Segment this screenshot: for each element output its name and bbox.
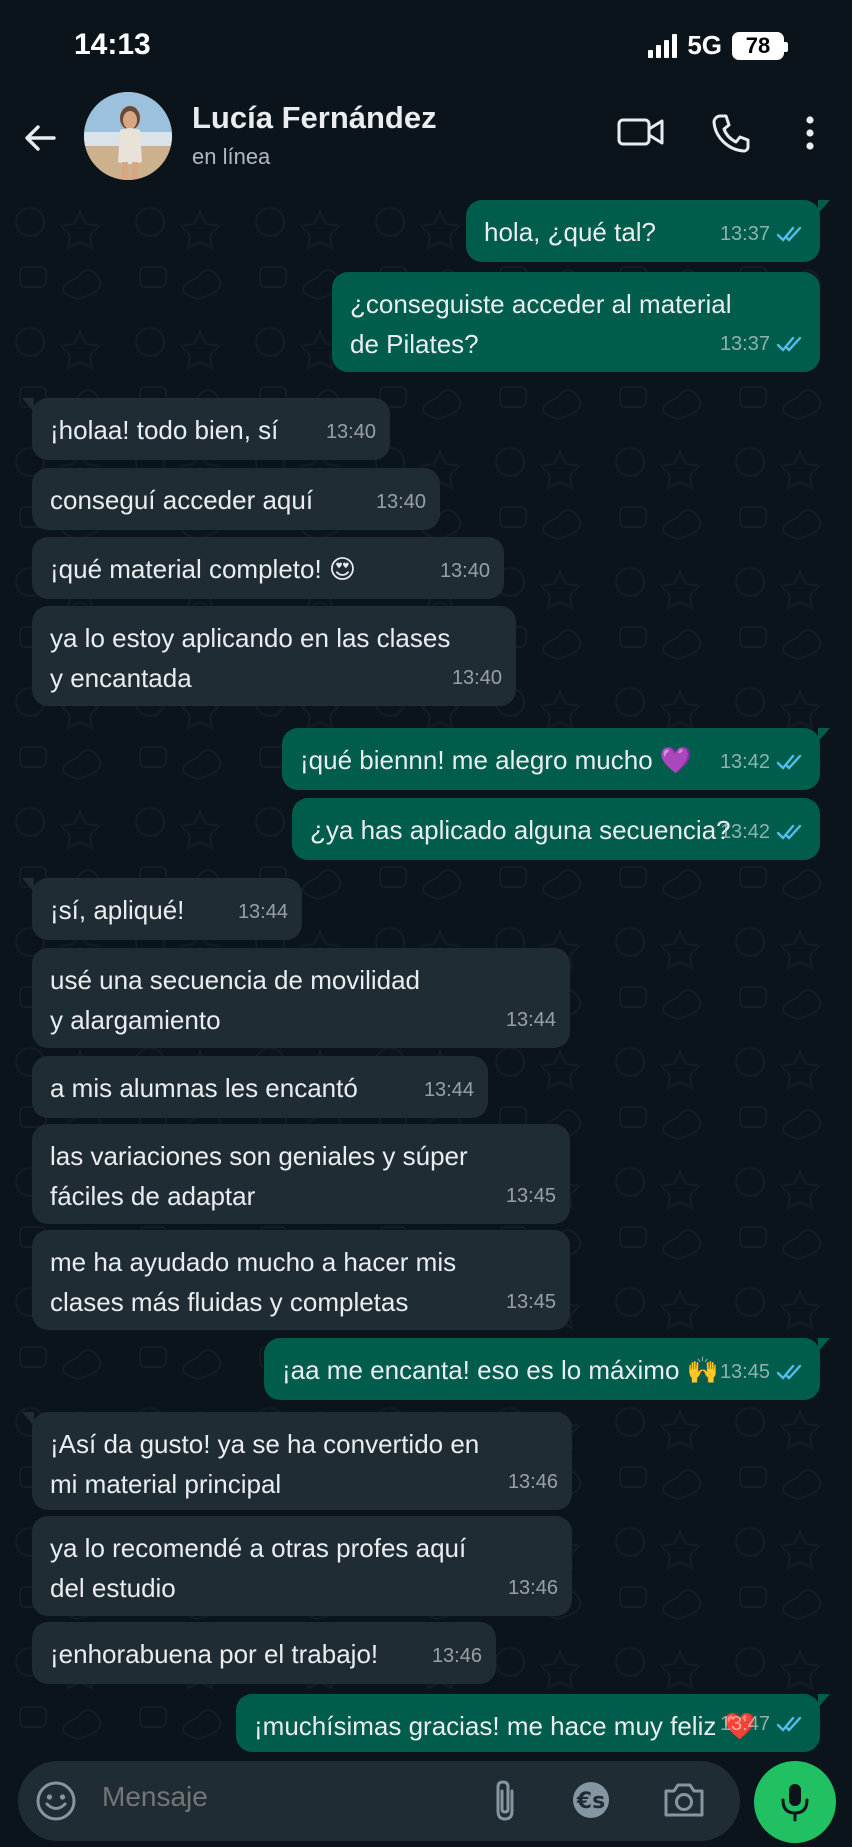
attach-icon[interactable] xyxy=(488,1777,522,1825)
signal-icon xyxy=(648,33,678,58)
read-receipt-icon xyxy=(776,336,802,352)
message-time: 13:45 xyxy=(505,1291,556,1313)
message-meta: 13:44 xyxy=(238,892,288,932)
message-bubble-incoming[interactable]: usé una secuencia de movilidad y alargam… xyxy=(32,948,570,1048)
message-meta: 13:42 xyxy=(720,812,806,852)
read-receipt-icon xyxy=(776,1716,802,1732)
message-time: 13:42 xyxy=(719,821,770,843)
message-text: usé una secuencia de movilidad y alargam… xyxy=(50,965,421,1035)
message-time: 13:44 xyxy=(237,901,288,923)
message-time: 13:37 xyxy=(719,223,770,245)
microphone-icon xyxy=(781,1784,809,1822)
voice-message-button[interactable] xyxy=(754,1761,836,1843)
message-meta: 13:46 xyxy=(508,1568,558,1608)
message-input[interactable] xyxy=(102,1781,402,1813)
message-bubble-incoming[interactable]: conseguí acceder aquí 13:40 xyxy=(32,468,440,530)
message-meta: 13:40 xyxy=(326,412,376,452)
message-time: 13:46 xyxy=(507,1577,558,1599)
message-bubble-outgoing[interactable]: ¡aa me encanta! eso es lo máximo 🙌 13:45 xyxy=(264,1338,830,1400)
message-bubble-outgoing[interactable]: ¿ya has aplicado alguna secuencia? 13:42 xyxy=(292,798,820,860)
message-time: 13:45 xyxy=(505,1185,556,1207)
message-meta: 13:45 xyxy=(720,1352,806,1392)
message-bubble-outgoing[interactable]: hola, ¿qué tal? 13:37 xyxy=(466,200,830,262)
message-time: 13:46 xyxy=(507,1471,558,1493)
message-time: 13:42 xyxy=(719,751,770,773)
message-text: las variaciones son geniales y súper fác… xyxy=(50,1141,468,1211)
message-bubble-incoming[interactable]: ¡sí, apliqué! 13:44 xyxy=(22,878,302,940)
message-time: 13:40 xyxy=(325,421,376,443)
message-meta: 13:45 xyxy=(506,1176,556,1216)
message-text: ya lo estoy aplicando en las clases y en… xyxy=(50,623,451,693)
message-meta: 13:37 xyxy=(720,214,806,254)
status-bar: 14:13 5G 78 xyxy=(0,0,852,92)
read-receipt-icon xyxy=(776,824,802,840)
message-meta: 13:46 xyxy=(432,1636,482,1676)
message-meta: 13:37 xyxy=(720,324,806,364)
message-time: 13:46 xyxy=(431,1645,482,1667)
message-meta: 13:40 xyxy=(452,658,502,698)
message-text: ya lo recomendé a otras profes aquí del … xyxy=(50,1533,467,1603)
message-text: ¡holaa! todo bien, sí xyxy=(50,415,279,445)
message-text: a mis alumnas les encantó xyxy=(50,1073,358,1103)
video-call-icon[interactable] xyxy=(616,112,666,152)
message-bubble-incoming[interactable]: a mis alumnas les encantó 13:44 xyxy=(32,1056,488,1118)
message-meta: 13:40 xyxy=(376,482,426,522)
message-time: 13:47 xyxy=(719,1713,770,1735)
message-time: 13:40 xyxy=(439,560,490,582)
read-receipt-icon xyxy=(776,226,802,242)
message-meta: 13:44 xyxy=(424,1070,474,1110)
status-time: 14:13 xyxy=(74,28,151,61)
emoji-icon[interactable] xyxy=(34,1779,78,1823)
message-text: conseguí acceder aquí xyxy=(50,485,314,515)
message-bubble-incoming[interactable]: ¡qué material completo! 😍 13:40 xyxy=(32,537,504,599)
svg-text:€s: €s xyxy=(576,1789,605,1814)
message-time: 13:44 xyxy=(505,1009,556,1031)
battery-level: 78 xyxy=(745,32,771,58)
message-time: 13:45 xyxy=(719,1361,770,1383)
payment-icon[interactable]: €s xyxy=(570,1779,612,1821)
message-text: me ha ayudado mucho a hacer mis clases m… xyxy=(50,1247,457,1317)
message-composer: €s xyxy=(0,1757,852,1847)
message-bubble-incoming[interactable]: ¡holaa! todo bien, sí 13:40 xyxy=(22,398,390,460)
message-bubble-incoming[interactable]: ¡enhorabuena por el trabajo! 13:46 xyxy=(32,1622,496,1684)
message-input-container[interactable]: €s xyxy=(18,1761,740,1841)
message-bubble-outgoing[interactable]: ¡qué biennn! me alegro mucho 💜 13:42 xyxy=(282,728,830,790)
message-bubble-incoming[interactable]: ¡Así da gusto! ya se ha convertido en mi… xyxy=(22,1412,572,1510)
message-bubble-incoming[interactable]: me ha ayudado mucho a hacer mis clases m… xyxy=(32,1230,570,1330)
message-time: 13:40 xyxy=(375,491,426,513)
camera-icon[interactable] xyxy=(662,1779,706,1821)
message-meta: 13:45 xyxy=(506,1282,556,1322)
read-receipt-icon xyxy=(776,1364,802,1380)
chat-area[interactable]: hola, ¿qué tal? 13:37 ¿conseguiste acced… xyxy=(0,192,852,1757)
message-meta: 13:47 xyxy=(720,1704,806,1744)
read-receipt-icon xyxy=(776,754,802,770)
contact-name[interactable]: Lucía Fernández xyxy=(192,100,437,136)
message-bubble-incoming[interactable]: ya lo recomendé a otras profes aquí del … xyxy=(32,1516,572,1616)
message-meta: 13:46 xyxy=(508,1462,558,1502)
message-meta: 13:44 xyxy=(506,1000,556,1040)
message-text: ¡qué material completo! 😍 xyxy=(50,554,357,584)
message-time: 13:40 xyxy=(451,667,502,689)
contact-status: en línea xyxy=(192,144,271,169)
message-time: 13:37 xyxy=(719,333,770,355)
chat-header: Lucía Fernández en línea xyxy=(0,92,852,192)
avatar[interactable] xyxy=(84,92,172,180)
message-meta: 13:42 xyxy=(720,742,806,782)
message-bubble-outgoing[interactable]: ¿conseguiste acceder al material de Pila… xyxy=(332,272,820,372)
status-indicators: 5G 78 xyxy=(648,30,788,61)
message-text: ¡Así da gusto! ya se ha convertido en mi… xyxy=(50,1429,480,1499)
network-type: 5G xyxy=(687,30,722,60)
battery-icon: 78 xyxy=(732,31,788,60)
message-time: 13:44 xyxy=(423,1079,474,1101)
message-meta: 13:40 xyxy=(440,551,490,591)
message-text: ¡enhorabuena por el trabajo! xyxy=(50,1639,379,1669)
message-bubble-outgoing[interactable]: ¡muchísimas gracias! me hace muy feliz ❤… xyxy=(236,1694,830,1752)
more-options-icon[interactable] xyxy=(800,112,820,154)
message-bubble-incoming[interactable]: ya lo estoy aplicando en las clases y en… xyxy=(32,606,516,706)
message-bubble-incoming[interactable]: las variaciones son geniales y súper fác… xyxy=(32,1124,570,1224)
back-arrow-icon[interactable] xyxy=(20,118,60,158)
phone-call-icon[interactable] xyxy=(710,112,752,154)
